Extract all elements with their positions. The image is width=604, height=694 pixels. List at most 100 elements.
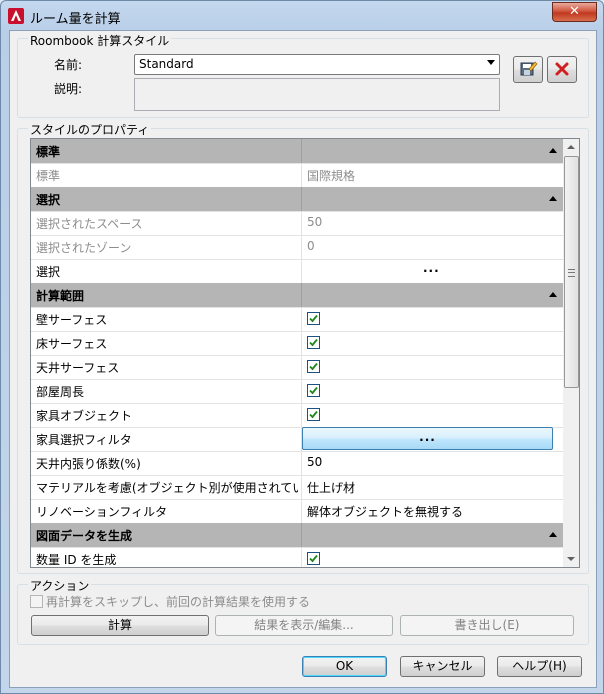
checkmark-icon [309, 386, 318, 395]
property-row[interactable]: 天井サーフェス [31, 355, 563, 380]
scroll-up-icon[interactable] [563, 139, 579, 155]
property-row[interactable]: 選択... [31, 259, 563, 284]
property-checkbox[interactable] [307, 408, 320, 421]
ellipsis-button[interactable]: ... [423, 261, 440, 275]
property-checkbox[interactable] [307, 384, 320, 397]
property-category[interactable]: 計算範囲 [31, 283, 563, 308]
column-divider [301, 283, 302, 307]
property-name: 壁サーフェス [36, 313, 108, 327]
ok-button[interactable]: OK [302, 656, 387, 677]
close-icon: ✕ [569, 4, 580, 19]
cancel-button[interactable]: キャンセル [400, 656, 485, 677]
calculate-button[interactable]: 計算 [31, 615, 209, 636]
description-field[interactable] [134, 78, 500, 111]
name-label: 名前: [54, 58, 83, 72]
column-divider [301, 211, 302, 235]
column-divider [301, 547, 302, 567]
property-row[interactable]: マテリアルを考慮(オブジェクト別が使用されてい 仕上げ材 [31, 475, 563, 500]
property-value: 解体オブジェクトを無視する [307, 505, 464, 519]
column-divider [301, 139, 302, 163]
property-category[interactable]: 選択 [31, 187, 563, 212]
delete-style-button[interactable] [547, 56, 577, 83]
checkmark-icon [309, 410, 318, 419]
grid-scrollbar[interactable] [563, 139, 579, 567]
column-divider [301, 307, 302, 331]
column-divider [301, 259, 302, 283]
delete-icon [555, 62, 569, 76]
property-name: 選択されたゾーン [36, 241, 132, 255]
property-row[interactable]: 床サーフェス [31, 331, 563, 356]
property-category[interactable]: 標準 [31, 139, 563, 164]
property-row[interactable]: 数量 ID を生成 [31, 547, 563, 567]
property-row[interactable]: リノベーションフィルタ 解体オブジェクトを無視する [31, 499, 563, 524]
column-divider [301, 331, 302, 355]
column-divider [301, 235, 302, 259]
column-divider [301, 499, 302, 523]
property-name: 選択 [36, 265, 61, 279]
style-name-dropdown[interactable]: Standard [134, 54, 500, 75]
column-divider [301, 523, 302, 547]
property-name: 天井サーフェス [36, 361, 120, 375]
property-row[interactable]: 選択されたスペース 50 [31, 211, 563, 236]
property-name: 選択されたスペース [36, 217, 143, 231]
checkmark-icon [309, 362, 318, 371]
property-name: 数量 ID を生成 [36, 553, 117, 567]
property-name: 家具選択フィルタ [36, 433, 132, 447]
property-checkbox[interactable] [307, 360, 320, 373]
filter-browse-button[interactable]: ... [302, 427, 553, 450]
column-divider [301, 379, 302, 403]
property-value: 50 [307, 455, 323, 469]
column-divider [301, 403, 302, 427]
property-row[interactable]: 家具選択フィルタ... [31, 427, 563, 452]
edit-style-button[interactable] [513, 56, 543, 83]
autocad-logo-icon [8, 8, 24, 24]
close-button[interactable]: ✕ [552, 2, 597, 22]
column-divider [301, 451, 302, 475]
property-value: 仕上げ材 [307, 481, 356, 495]
checkmark-icon [309, 338, 318, 347]
property-value: 国際規格 [307, 169, 356, 183]
property-name: 天井内張り係数(%) [36, 457, 141, 471]
property-name: 標準 [36, 145, 61, 159]
collapse-arrow-icon[interactable] [549, 148, 557, 153]
checkmark-icon [309, 314, 318, 323]
property-grid[interactable]: 標準 標準 国際規格 選択 選択されたスペース 50 選択されたゾーン 0 選択... 計算範囲壁… [30, 138, 580, 568]
dialog-client-area: Roombook 計算スタイル 名前: Standard 説明: スタイルのプロ… [9, 30, 597, 688]
collapse-arrow-icon[interactable] [549, 532, 557, 537]
property-row[interactable]: 壁サーフェス [31, 307, 563, 332]
collapse-arrow-icon[interactable] [549, 196, 557, 201]
property-row[interactable]: 選択されたゾーン 0 [31, 235, 563, 260]
property-value: 50 [307, 215, 323, 229]
help-button[interactable]: ヘルプ(H) [497, 656, 582, 677]
scroll-thumb[interactable] [564, 156, 579, 388]
property-name: 図面データを生成 [36, 529, 133, 543]
show-results-button[interactable]: 結果を表示/編集... [215, 615, 393, 636]
export-button[interactable]: 書き出し(E) [400, 615, 574, 636]
actions-group-label: アクション [28, 577, 92, 594]
property-checkbox[interactable] [307, 312, 320, 325]
save-edit-icon [520, 61, 538, 76]
property-row[interactable]: 天井内張り係数(%) 50 [31, 451, 563, 476]
column-divider [301, 355, 302, 379]
scroll-down-icon[interactable] [563, 551, 579, 567]
description-label: 説明: [54, 82, 83, 96]
property-row[interactable]: 家具オブジェクト [31, 403, 563, 428]
reuse-results-label: 再計算をスキップし、前回の計算結果を使用する [46, 595, 311, 609]
column-divider [301, 187, 302, 211]
style-name-value: Standard [139, 57, 194, 71]
property-checkbox[interactable] [307, 336, 320, 349]
property-row[interactable]: 部屋周長 [31, 379, 563, 404]
property-checkbox[interactable] [307, 552, 320, 565]
property-row[interactable]: 標準 国際規格 [31, 163, 563, 188]
property-category[interactable]: 図面データを生成 [31, 523, 563, 548]
collapse-arrow-icon[interactable] [549, 292, 557, 297]
checkbox-box [30, 595, 43, 608]
title-bar[interactable]: ルーム量を計算 ✕ [1, 1, 603, 31]
property-value: 0 [307, 239, 315, 253]
column-divider [301, 475, 302, 499]
checkmark-icon [309, 554, 318, 563]
property-name: 標準 [36, 169, 61, 183]
column-divider [301, 163, 302, 187]
property-name: 家具オブジェクト [36, 409, 133, 423]
style-group-label: Roombook 計算スタイル [28, 32, 172, 49]
